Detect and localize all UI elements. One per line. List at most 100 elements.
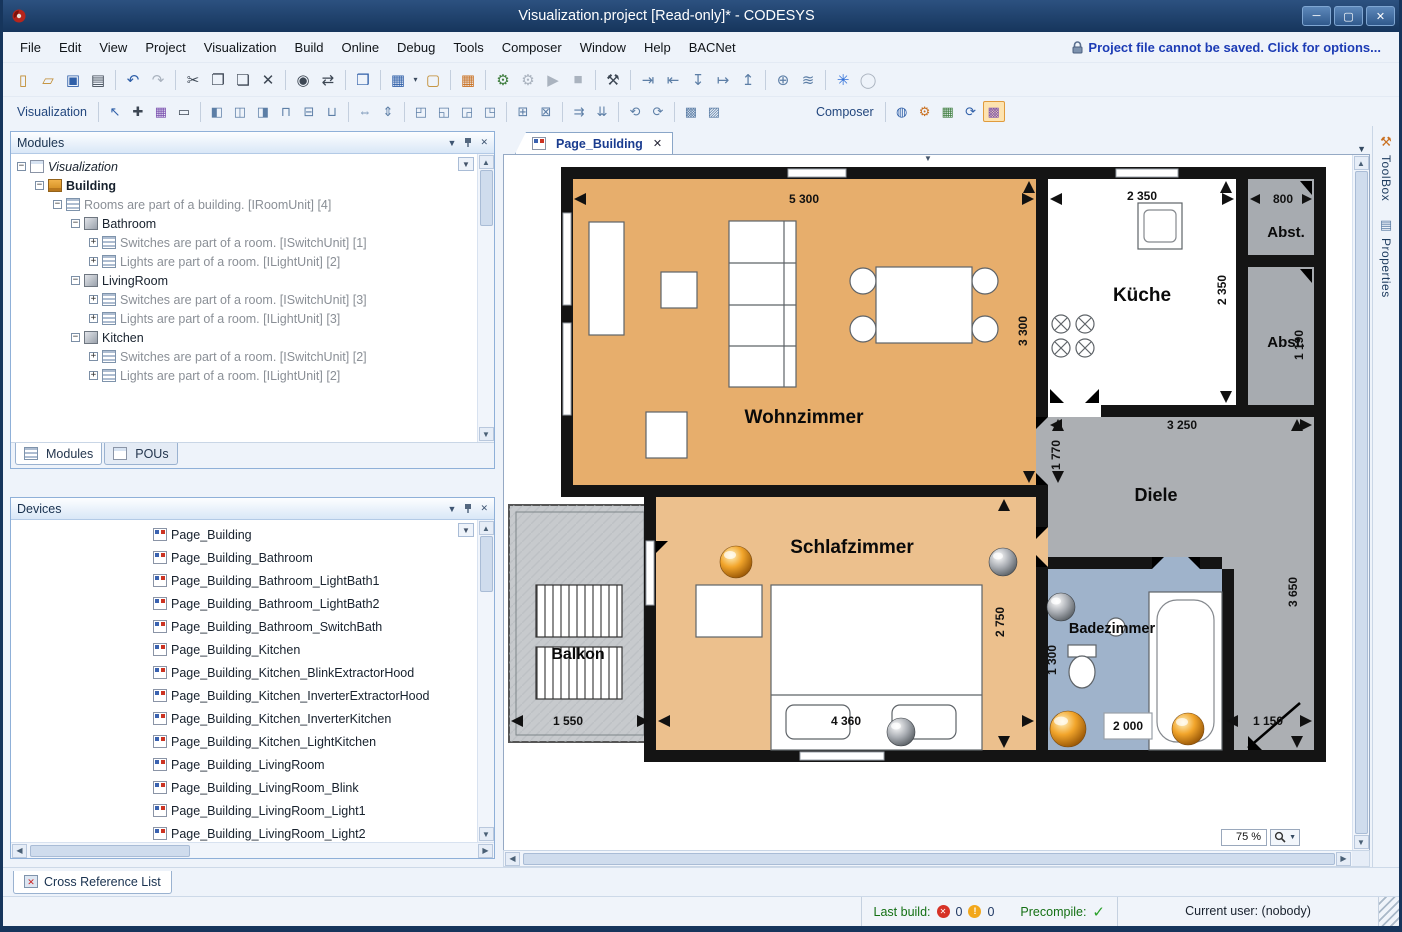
scrollbar-thumb[interactable] [480,170,493,226]
expander-icon[interactable]: − [71,333,80,342]
pin-icon[interactable] [464,137,472,148]
ungroup-button[interactable]: ⊠ [535,101,557,122]
toolbar-item[interactable] [450,70,451,90]
step-over-button[interactable]: ⇥ [636,68,660,92]
paste-button[interactable]: ❏ [231,68,255,92]
device-item-page-building-kitchen[interactable]: Page_Building_Kitchen [11,638,477,661]
menu-tools[interactable]: Tools [444,36,492,59]
align-top-button[interactable]: ⊓ [275,101,297,122]
modules-scrollbar[interactable]: ▲ ▼ [477,154,494,442]
align-middle-button[interactable]: ⊟ [298,101,320,122]
composer-config-button[interactable]: ⚙ [914,101,936,122]
menu-window[interactable]: Window [571,36,635,59]
redo-button[interactable]: ↷ [146,68,170,92]
align-right-button[interactable]: ◨ [252,101,274,122]
expander-icon[interactable]: + [89,371,98,380]
composer-catalog-button[interactable]: ▩ [983,101,1005,122]
switch-badezimmer-icon[interactable] [1047,593,1075,621]
scrollbar-thumb[interactable] [30,845,190,857]
device-item-page-building-livingroom-blink[interactable]: Page_Building_LivingRoom_Blink [11,776,477,799]
devices-hscrollbar[interactable]: ◀ ▶ [11,842,494,858]
devices-scrollbar[interactable]: ▲ ▼ [477,520,494,842]
stop-button[interactable]: ■ [566,68,590,92]
tab-cross-reference-list[interactable]: ✕ Cross Reference List [13,871,172,894]
send-to-back-button[interactable]: ◱ [433,101,455,122]
print-button[interactable]: ▤ [86,68,110,92]
panel-close-button[interactable]: ✕ [480,137,488,148]
distribute-horizontal-button[interactable]: ⇉ [568,101,590,122]
delete-button[interactable]: ✕ [256,68,280,92]
align-left-button[interactable]: ◧ [206,101,228,122]
run-to-cursor-button[interactable]: ↦ [711,68,735,92]
toolbar-item[interactable] [348,102,349,122]
zoom-level[interactable]: 75 % [1221,829,1267,846]
new-object-button[interactable]: ▢ [421,68,445,92]
scroll-right-button[interactable]: ▶ [1336,852,1351,866]
toolbar-item[interactable] [285,70,286,90]
menu-debug[interactable]: Debug [388,36,444,59]
device-item-page-building-bathroom-lightbath1[interactable]: Page_Building_Bathroom_LightBath1 [11,569,477,592]
toolbar-item[interactable] [674,102,675,122]
panel-menu-button[interactable]: ▼ [448,504,457,514]
same-height-button[interactable]: ⇕ [377,101,399,122]
device-item-page-building[interactable]: Page_Building [11,523,477,546]
toolbar-item[interactable] [630,70,631,90]
tab-pous[interactable]: POUs [104,443,177,465]
scroll-left-button[interactable]: ◀ [505,852,520,866]
flow-control-button[interactable]: ≋ [796,68,820,92]
toolbar-item[interactable] [765,70,766,90]
scroll-left-button[interactable]: ◀ [12,844,27,858]
expander-icon[interactable]: − [17,162,26,171]
toolbar-item[interactable] [485,70,486,90]
toolbox-tab[interactable]: ⚒ ToolBox [1379,134,1393,201]
toolbar-item[interactable] [404,102,405,122]
save-warning-link[interactable]: Project file cannot be saved. Click for … [1072,40,1391,55]
scrollbar-thumb[interactable] [1355,171,1368,834]
expander-icon[interactable]: + [89,238,98,247]
same-width-button[interactable]: ⇔ [354,101,376,122]
save-button[interactable]: ▣ [61,68,85,92]
toolbar-item[interactable] [345,70,346,90]
device-item-page-building-livingroom-light2[interactable]: Page_Building_LivingRoom_Light2 [11,822,477,842]
visu-insert-button[interactable]: ✚ [127,101,149,122]
menu-bacnet[interactable]: BACNet [680,36,745,59]
expander-icon[interactable]: + [89,295,98,304]
menu-online[interactable]: Online [332,36,388,59]
step-into-button[interactable]: ⇤ [661,68,685,92]
breakpoint-button[interactable]: ⊕ [771,68,795,92]
scrollbar-thumb[interactable] [523,853,1335,865]
visualization-toolbar-label[interactable]: Visualization [11,105,93,119]
resize-grip[interactable] [1379,897,1399,926]
device-item-page-building-kitchen-lightkitchen[interactable]: Page_Building_Kitchen_LightKitchen [11,730,477,753]
copy-button[interactable]: ❐ [206,68,230,92]
properties-tab[interactable]: ▤ Properties [1379,217,1393,298]
close-button[interactable]: ✕ [1366,6,1395,26]
panel-menu-button[interactable]: ▼ [448,138,457,148]
visu-select-button[interactable]: ↖ [104,101,126,122]
tree-item-bathroom[interactable]: − Bathroom [11,214,477,233]
expander-icon[interactable]: − [53,200,62,209]
device-item-page-building-kitchen-inverterkitchen[interactable]: Page_Building_Kitchen_InverterKitchen [11,707,477,730]
expander-icon[interactable]: + [89,257,98,266]
switch-schlafzimmer-icon[interactable] [989,548,1017,576]
cut-button[interactable]: ✂ [181,68,205,92]
tree-item-bathroom-lights[interactable]: + Lights are part of a room. [ILightUnit… [11,252,477,271]
scroll-right-button[interactable]: ▶ [478,844,493,858]
device-item-page-building-livingroom-light1[interactable]: Page_Building_LivingRoom_Light1 [11,799,477,822]
rotate-left-button[interactable]: ⟲ [624,101,646,122]
composer-globe-button[interactable]: ◍ [891,101,913,122]
device-item-page-building-kitchen-blinkextractorhood[interactable]: Page_Building_Kitchen_BlinkExtractorHood [11,661,477,684]
tree-item-livingroom-switches[interactable]: + Switches are part of a room. [ISwitchU… [11,290,477,309]
menu-view[interactable]: View [90,36,136,59]
send-backward-button[interactable]: ◳ [479,101,501,122]
tree-item-kitchen-switches[interactable]: + Switches are part of a room. [ISwitchU… [11,347,477,366]
tab-page-building[interactable]: Page_Building ✕ [515,132,673,154]
scrollbar-thumb[interactable] [480,536,493,592]
visu-frame-button[interactable]: ▭ [173,101,195,122]
lamp-schlafzimmer-icon[interactable] [720,546,752,578]
toolbar-item[interactable] [562,102,563,122]
expander-icon[interactable]: + [89,352,98,361]
toolbar-item[interactable] [200,102,201,122]
find-replace-button[interactable]: ⇄ [316,68,340,92]
align-bottom-button[interactable]: ⊔ [321,101,343,122]
